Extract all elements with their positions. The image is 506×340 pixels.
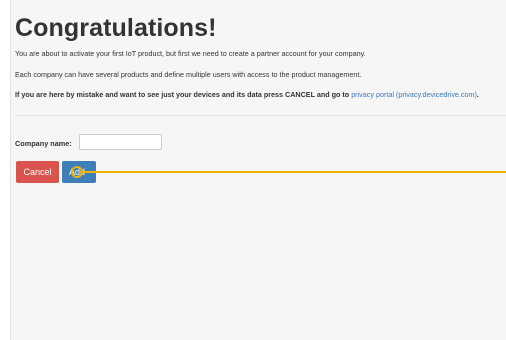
cancel-button[interactable]: Cancel: [16, 161, 59, 183]
privacy-portal-link[interactable]: privacy portal (privacy.devicedrive.com): [351, 90, 477, 99]
intro-paragraph: You are about to activate your first IoT…: [15, 49, 366, 58]
mistake-text-end: .: [476, 90, 479, 99]
info-paragraph: Each company can have several products a…: [15, 70, 362, 79]
divider: [15, 115, 506, 116]
company-name-label: Company name:: [15, 139, 72, 148]
page-title: Congratulations!: [15, 14, 217, 42]
mistake-paragraph: If you are here by mistake and want to s…: [15, 90, 479, 99]
pointer-target-marker: [71, 166, 83, 178]
content-panel: Congratulations! You are about to activa…: [10, 0, 506, 340]
mistake-text: If you are here by mistake and want to s…: [15, 90, 352, 99]
company-name-input[interactable]: [79, 134, 162, 150]
pointer-line: [79, 171, 506, 173]
